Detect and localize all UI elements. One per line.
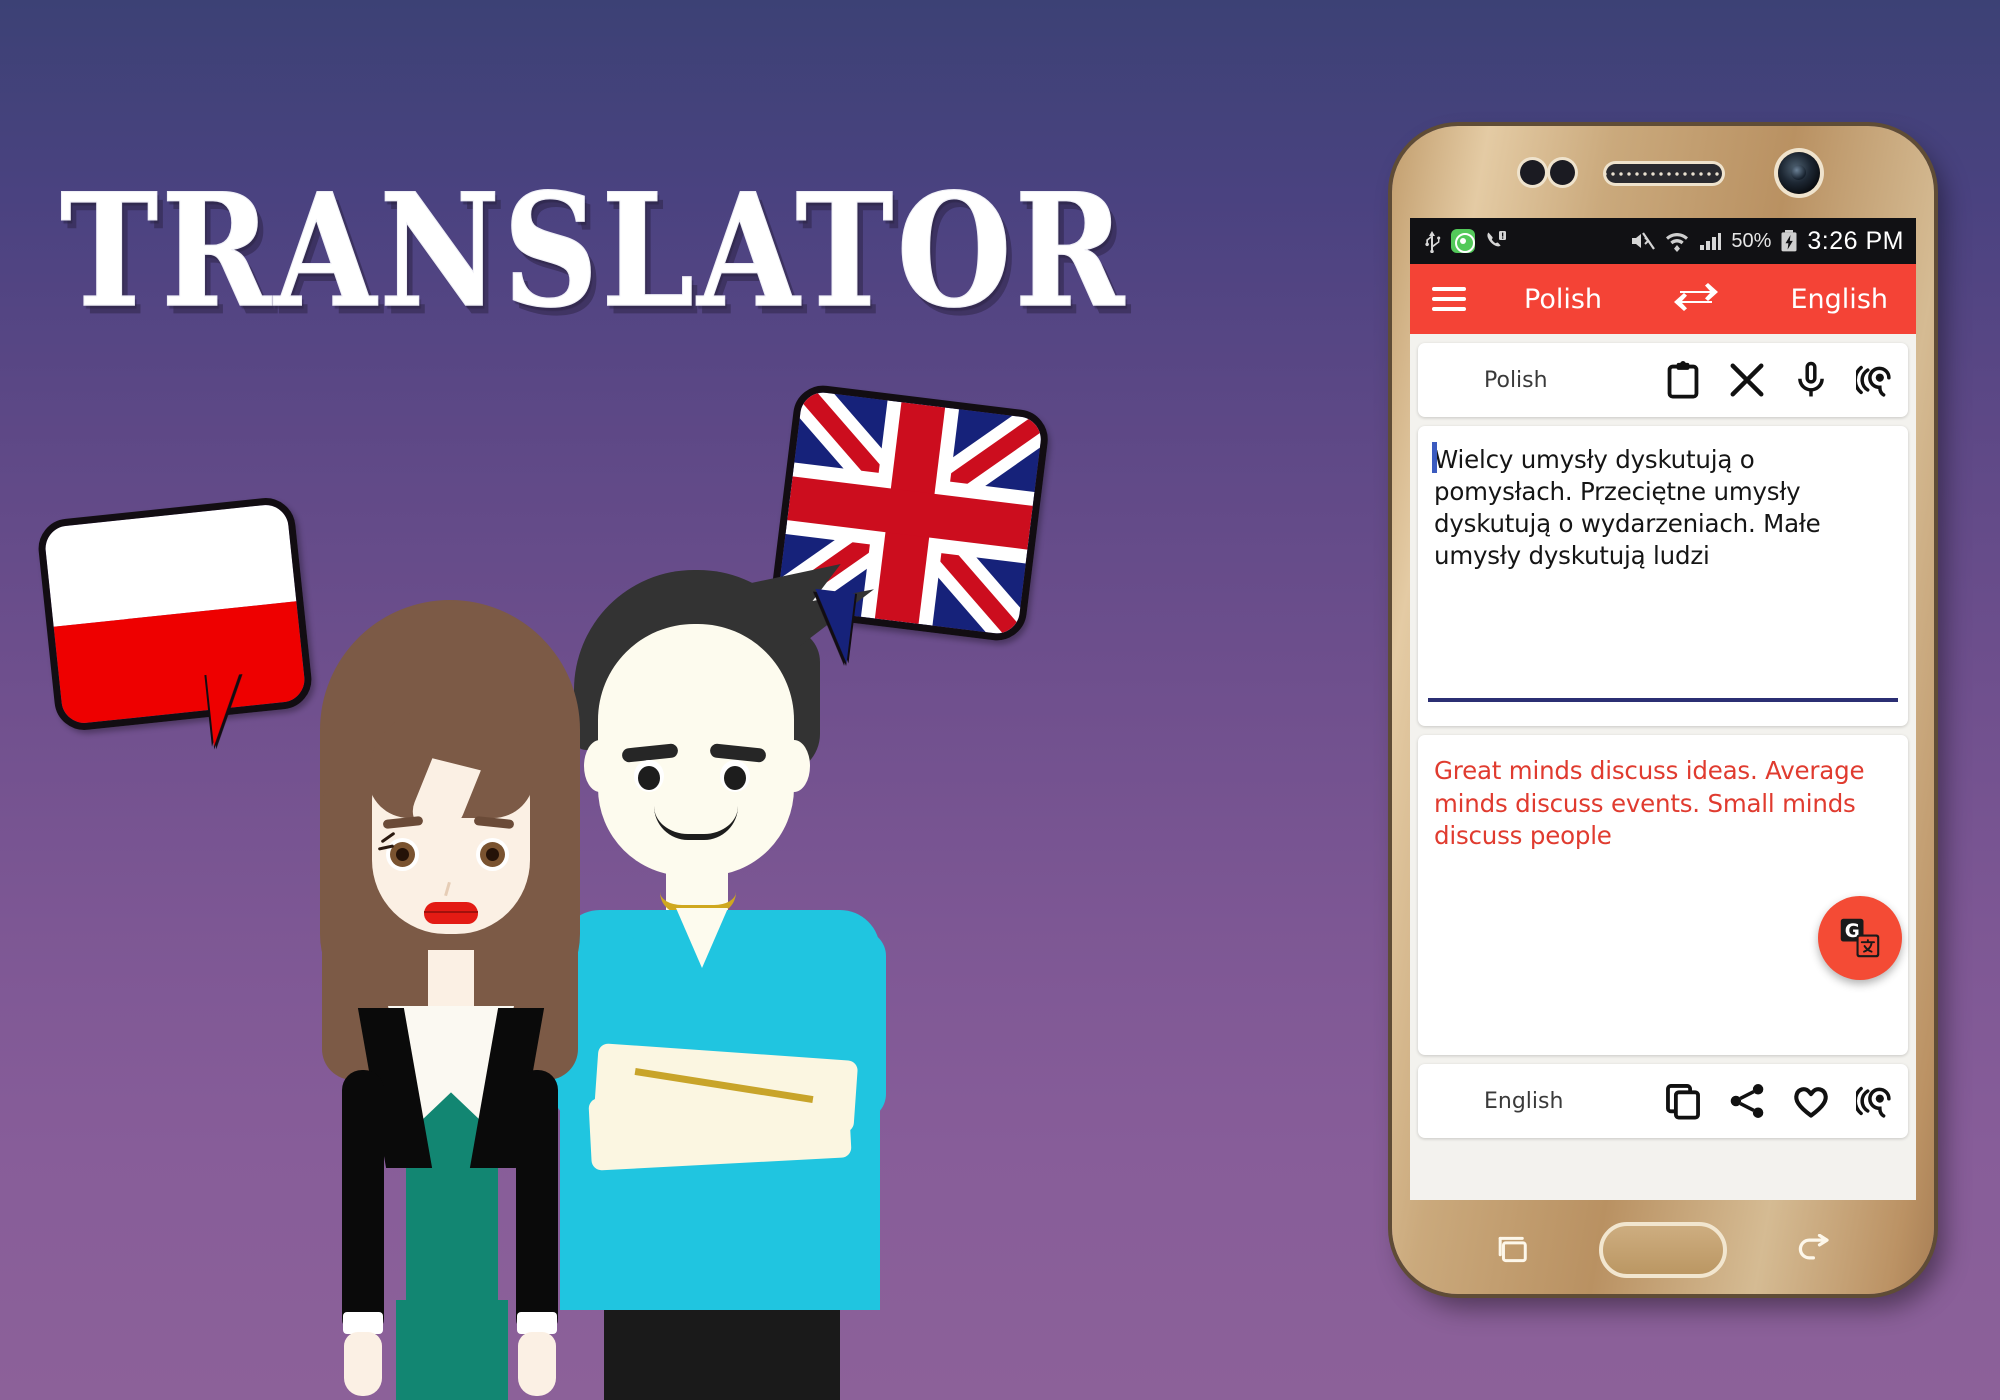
microphone-icon[interactable] [1792, 361, 1830, 399]
battery-charging-icon [1781, 230, 1797, 252]
source-text-card[interactable]: Wielcy umysły dyskutują o pomysłach. Prz… [1418, 426, 1908, 726]
missed-call-icon [1487, 231, 1506, 247]
man-character [554, 564, 886, 1400]
screen-recorder-icon [1451, 229, 1475, 253]
translated-text: Great minds discuss ideas. Average minds… [1434, 756, 1865, 851]
hamburger-menu-icon[interactable] [1432, 287, 1466, 311]
app-bar: Polish English [1410, 264, 1916, 334]
uk-bubble-tail [790, 586, 856, 664]
battery-percent-label: 50% [1731, 229, 1772, 252]
source-text[interactable]: Wielcy umysły dyskutują o pomysłach. Prz… [1434, 444, 1894, 572]
poland-bubble-tail [206, 669, 266, 747]
back-icon[interactable] [1794, 1234, 1830, 1264]
page-title: TRANSLATOR [59, 159, 1128, 343]
google-translate-icon: G [1840, 918, 1880, 958]
phone-bottom-bezel [1392, 1200, 1934, 1294]
front-camera-icon [1778, 152, 1820, 194]
home-button[interactable] [1599, 1222, 1727, 1278]
status-bar-clock: 3:26 PM [1807, 226, 1904, 255]
recents-icon[interactable] [1496, 1234, 1530, 1264]
phone-screen: 50% 3:26 PM Polish English Polish Wielcy… [1410, 218, 1916, 1200]
input-toolbar: Polish [1418, 343, 1908, 417]
woman-character [320, 600, 580, 1400]
share-icon[interactable] [1728, 1082, 1766, 1120]
listen-icon[interactable] [1856, 1082, 1894, 1120]
output-toolbar: English [1418, 1064, 1908, 1138]
smartphone-mockup: 50% 3:26 PM Polish English Polish Wielcy… [1392, 126, 1934, 1294]
input-language-label: Polish [1484, 367, 1548, 393]
favorite-icon[interactable] [1792, 1082, 1830, 1120]
input-underline [1428, 698, 1898, 702]
clear-icon[interactable] [1728, 361, 1766, 399]
cellular-signal-icon [1700, 233, 1722, 250]
google-translate-fab[interactable]: G [1818, 896, 1902, 980]
wifi-icon [1666, 233, 1689, 252]
proximity-sensor-icon [1520, 160, 1545, 185]
translation-result-card[interactable]: Great minds discuss ideas. Average minds… [1418, 735, 1908, 1055]
phone-top-bezel [1392, 126, 1934, 218]
characters-illustration [0, 564, 900, 1400]
text-caret [1432, 442, 1437, 473]
paste-icon[interactable] [1664, 361, 1702, 399]
listen-icon[interactable] [1856, 361, 1894, 399]
earpiece-speaker [1606, 164, 1722, 183]
mute-icon [1632, 232, 1656, 250]
target-language-selector[interactable]: English [1791, 284, 1889, 315]
copy-icon[interactable] [1664, 1082, 1702, 1120]
swap-languages-icon[interactable] [1672, 281, 1720, 318]
status-bar: 50% 3:26 PM [1410, 218, 1916, 264]
usb-icon [1425, 231, 1441, 253]
light-sensor-icon [1550, 160, 1575, 185]
source-language-selector[interactable]: Polish [1524, 284, 1602, 315]
output-language-label: English [1484, 1088, 1564, 1114]
